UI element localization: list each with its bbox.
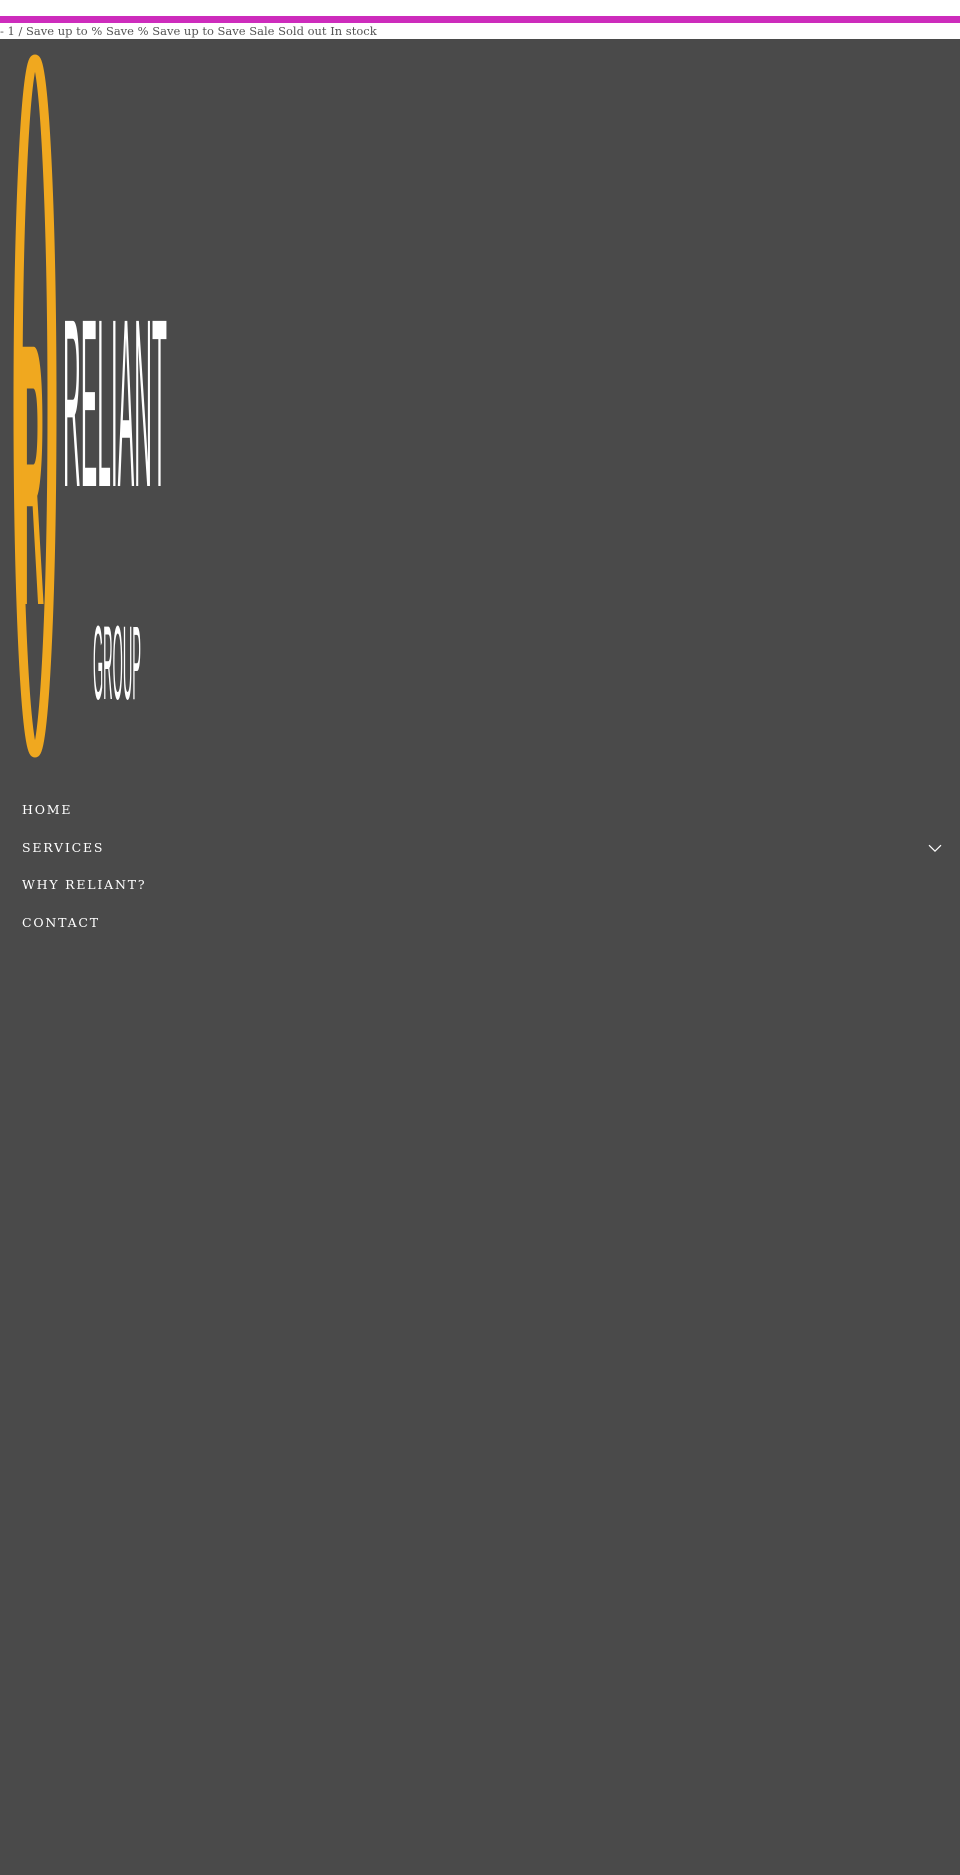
accent-bar: [0, 16, 960, 23]
nav-item-contact[interactable]: CONTACT: [22, 904, 960, 942]
nav-item-label: WHY RELIANT?: [22, 877, 147, 893]
nav-item-label: CONTACT: [22, 914, 100, 930]
reliant-group-logo[interactable]: R RELIANT GROUP: [13, 49, 169, 769]
logo-wordmark: RELIANT: [63, 270, 167, 538]
logo-subwordmark: GROUP: [93, 604, 141, 722]
chevron-down-icon[interactable]: [928, 843, 942, 853]
nav-item-why-reliant[interactable]: WHY RELIANT?: [22, 866, 960, 904]
logo-monogram: R: [20, 267, 45, 684]
main-nav: HOME SERVICES WHY RELIANT? CONTACT: [22, 791, 960, 941]
status-text: - 1 / Save up to % Save % Save up to Sav…: [0, 23, 960, 39]
nav-item-services[interactable]: SERVICES: [22, 829, 960, 867]
nav-item-label: SERVICES: [22, 839, 105, 855]
nav-item-label: HOME: [22, 802, 73, 818]
nav-item-home[interactable]: HOME: [22, 791, 960, 829]
menu-drawer: R RELIANT GROUP HOME SERVICES WHY RELIAN…: [0, 39, 960, 1875]
logo-graphic: R RELIANT GROUP: [13, 54, 167, 758]
top-spacer: [0, 0, 960, 16]
